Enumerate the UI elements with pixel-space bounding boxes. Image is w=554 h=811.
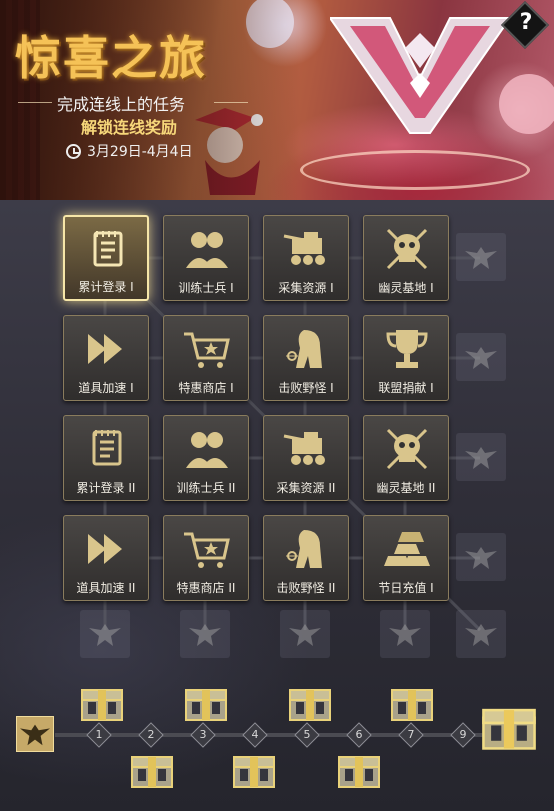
skull-icon <box>386 428 428 470</box>
task-label: 击败野怪 II <box>276 581 336 595</box>
task-label: 幽灵基地 II <box>376 481 436 495</box>
column-reward-slot[interactable] <box>180 610 230 658</box>
event-date-row: 3月29日-4月4日 <box>66 141 193 161</box>
task-label: 击败野怪 I <box>278 381 334 395</box>
harvester-icon <box>283 232 325 265</box>
event-title: 惊喜之旅 <box>15 31 207 85</box>
eagle-emblem-icon <box>465 624 497 646</box>
trophy-icon <box>386 330 428 368</box>
divider <box>214 102 248 103</box>
task-tile-monster-1[interactable]: 击败野怪 I <box>263 315 349 401</box>
progress-node-label: 7 <box>407 728 415 741</box>
reward-chest-icon[interactable] <box>184 686 228 722</box>
clock-icon <box>66 143 81 159</box>
final-reward-chest-icon[interactable] <box>480 705 538 751</box>
task-tile-speedup-2[interactable]: 道具加速 II <box>63 515 149 601</box>
eagle-emblem-icon <box>89 624 121 646</box>
eagle-emblem-icon <box>189 624 221 646</box>
task-label: 节日充值 I <box>378 581 434 595</box>
fast-forward-icon <box>88 534 122 564</box>
task-tile-ghost-base-2[interactable]: 幽灵基地 II <box>363 415 449 501</box>
balloon-icon <box>499 74 554 134</box>
soldiers-icon <box>186 432 228 468</box>
skull-icon <box>386 228 428 270</box>
reward-chest-icon[interactable] <box>232 753 276 789</box>
progress-node-label: 1 <box>95 728 103 741</box>
task-label: 采集资源 I <box>278 281 334 295</box>
task-tile-shop-1[interactable]: 特惠商店 I <box>163 315 249 401</box>
reward-chest-icon[interactable] <box>337 753 381 789</box>
task-label: 累计登录 II <box>76 481 136 495</box>
reward-chest-icon[interactable] <box>130 753 174 789</box>
task-tile-login-2[interactable]: 累计登录 II <box>63 415 149 501</box>
help-icon[interactable]: ? <box>516 10 536 35</box>
track-start-badge <box>16 716 54 752</box>
notepad-icon <box>92 430 122 466</box>
task-tile-login-1[interactable]: 累计登录 I <box>63 215 149 301</box>
stage-ring <box>300 150 530 190</box>
monster-icon <box>286 530 322 568</box>
monster-icon <box>286 330 322 368</box>
fast-forward-icon <box>88 334 122 364</box>
task-tile-recharge-1[interactable]: 节日充值 I <box>363 515 449 601</box>
task-label: 特惠商店 I <box>178 381 234 395</box>
row-reward-slot[interactable] <box>456 233 506 281</box>
event-banner: 惊喜之旅 完成连线上的任务 解锁连线奖励 3月29日-4月4日 ? <box>0 0 554 200</box>
soldiers-icon <box>186 232 228 268</box>
reward-chest-icon[interactable] <box>288 686 332 722</box>
task-label: 道具加速 II <box>76 581 136 595</box>
eagle-emblem-icon <box>289 624 321 646</box>
eagle-emblem-icon <box>20 724 50 746</box>
column-reward-slot[interactable] <box>80 610 130 658</box>
diagonal-reward-slot[interactable] <box>456 610 506 658</box>
event-subtitle: 完成连线上的任务 <box>57 95 186 114</box>
gold-bars-icon <box>384 532 430 566</box>
row-reward-slot[interactable] <box>456 533 506 581</box>
eagle-emblem-icon <box>465 347 497 369</box>
task-tile-gather-2[interactable]: 采集资源 II <box>263 415 349 501</box>
harvester-icon <box>283 432 325 465</box>
task-tile-train-2[interactable]: 训练士兵 II <box>163 415 249 501</box>
shopping-cart-icon <box>184 332 230 368</box>
task-tile-speedup-1[interactable]: 道具加速 I <box>63 315 149 401</box>
task-tile-gather-1[interactable]: 采集资源 I <box>263 215 349 301</box>
progress-track <box>55 733 495 737</box>
rank-emblem-icon <box>330 17 510 134</box>
column-reward-slot[interactable] <box>380 610 430 658</box>
reward-chest-icon[interactable] <box>390 686 434 722</box>
progress-node-label: 5 <box>303 728 311 741</box>
task-label: 训练士兵 I <box>178 281 234 295</box>
eagle-emblem-icon <box>465 547 497 569</box>
task-tile-alliance-1[interactable]: 联盟捐献 I <box>363 315 449 401</box>
event-date-range: 3月29日-4月4日 <box>87 144 193 160</box>
progress-node-label: 2 <box>147 728 155 741</box>
eagle-emblem-icon <box>389 624 421 646</box>
notepad-icon <box>93 231 123 267</box>
task-label: 联盟捐献 I <box>378 381 434 395</box>
task-label: 道具加速 I <box>78 381 134 395</box>
task-tile-shop-2[interactable]: 特惠商店 II <box>163 515 249 601</box>
task-tile-train-1[interactable]: 训练士兵 I <box>163 215 249 301</box>
task-tile-monster-2[interactable]: 击败野怪 II <box>263 515 349 601</box>
progress-node-label: 9 <box>459 728 467 741</box>
progress-node-label: 6 <box>355 728 363 741</box>
row-reward-slot[interactable] <box>456 433 506 481</box>
eagle-emblem-icon <box>465 447 497 469</box>
reward-chest-icon[interactable] <box>80 686 124 722</box>
eagle-emblem-icon <box>465 247 497 269</box>
task-label: 累计登录 I <box>78 280 134 294</box>
task-label: 特惠商店 II <box>176 581 236 595</box>
row-reward-slot[interactable] <box>456 333 506 381</box>
event-reward-text: 解锁连线奖励 <box>81 118 178 137</box>
task-label: 训练士兵 II <box>176 481 236 495</box>
shopping-cart-icon <box>184 532 230 568</box>
column-reward-slot[interactable] <box>280 610 330 658</box>
task-tile-ghost-base-1[interactable]: 幽灵基地 I <box>363 215 449 301</box>
divider <box>18 102 52 103</box>
progress-node-label: 4 <box>251 728 259 741</box>
task-label: 幽灵基地 I <box>378 281 434 295</box>
task-label: 采集资源 II <box>276 481 336 495</box>
progress-node-label: 3 <box>199 728 207 741</box>
